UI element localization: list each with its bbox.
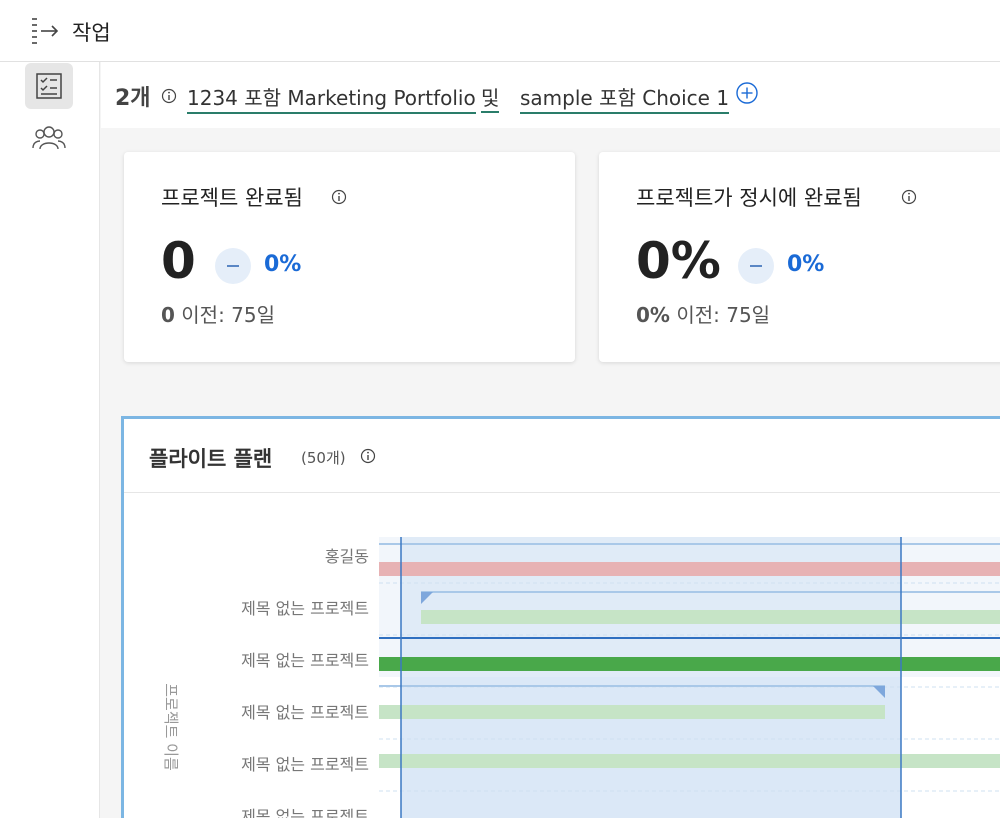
filter-chip-choice[interactable]: sample 포함 Choice 1 [520, 82, 730, 114]
previous-label: 이전: 75일 [676, 303, 771, 327]
row-label: 제목 없는 프로젝트 [241, 807, 369, 818]
info-icon[interactable] [161, 88, 177, 104]
previous-value: 0% [636, 303, 670, 327]
page-title: 작업 [72, 21, 111, 45]
bar-light-green[interactable] [421, 610, 1000, 624]
info-icon[interactable] [331, 189, 347, 205]
row-label: 제목 없는 프로젝트 [241, 703, 369, 722]
filter-chip-portfolio[interactable]: 1234 포함 Marketing Portfolio [187, 82, 476, 114]
panel-toggle-icon[interactable] [30, 16, 62, 46]
top-bar: 작업 [0, 0, 1000, 62]
task-list-icon [36, 73, 62, 99]
previous-value: 0 [161, 303, 175, 327]
filter-bar: 2개 1234 포함 Marketing Portfolio 및 sample … [101, 62, 1000, 128]
bar-dark-green[interactable] [379, 657, 1000, 671]
metric-previous: 0 이전: 75일 [161, 299, 275, 328]
row-label: 제목 없는 프로젝트 [241, 651, 369, 670]
highlight-band [379, 537, 1000, 677]
gantt-chart[interactable]: 홍길동 제목 없는 프로젝트 제목 없는 프로젝트 제목 없는 프로젝트 제목 … [124, 419, 1000, 818]
flight-plan-panel: 플라이트 플랜 (50개) 홍길동 제목 없는 프로젝트 제목 없는 프로젝트 … [121, 416, 1000, 818]
bar-light-green[interactable] [379, 705, 885, 719]
delta-neutral-icon [738, 248, 774, 284]
metric-change: 0% [264, 252, 302, 277]
sidebar [0, 62, 100, 818]
users-icon [32, 126, 66, 150]
delta-neutral-icon [215, 248, 251, 284]
row-label: 제목 없는 프로젝트 [241, 599, 369, 618]
metric-previous: 0% 이전: 75일 [636, 299, 770, 328]
sidebar-item-tasks[interactable] [25, 63, 73, 109]
filter-count: 2개 [115, 86, 151, 111]
metric-card-completed: 프로젝트 완료됨 0 0% 0 이전: 75일 [124, 152, 575, 362]
bar-red[interactable] [379, 562, 1000, 576]
filter-conjunction[interactable]: 및 [481, 82, 500, 113]
row-label: 제목 없는 프로젝트 [241, 755, 369, 774]
row-label: 홍길동 [325, 547, 369, 566]
bar-light-green[interactable] [379, 754, 1000, 768]
plus-circle-icon[interactable] [735, 81, 759, 105]
metric-card-on-time: 프로젝트가 정시에 완료됨 0% 0% 0% 이전: 75일 [599, 152, 1000, 362]
card-title: 프로젝트가 정시에 완료됨 [636, 186, 862, 210]
metric-value: 0 [161, 232, 196, 290]
y-axis-label: 프로젝트 이름 [162, 683, 180, 771]
metric-change: 0% [787, 252, 825, 277]
card-title: 프로젝트 완료됨 [161, 186, 303, 210]
previous-label: 이전: 75일 [181, 303, 276, 327]
info-icon[interactable] [901, 189, 917, 205]
sidebar-item-users[interactable] [25, 115, 73, 161]
metric-value: 0% [636, 232, 721, 290]
